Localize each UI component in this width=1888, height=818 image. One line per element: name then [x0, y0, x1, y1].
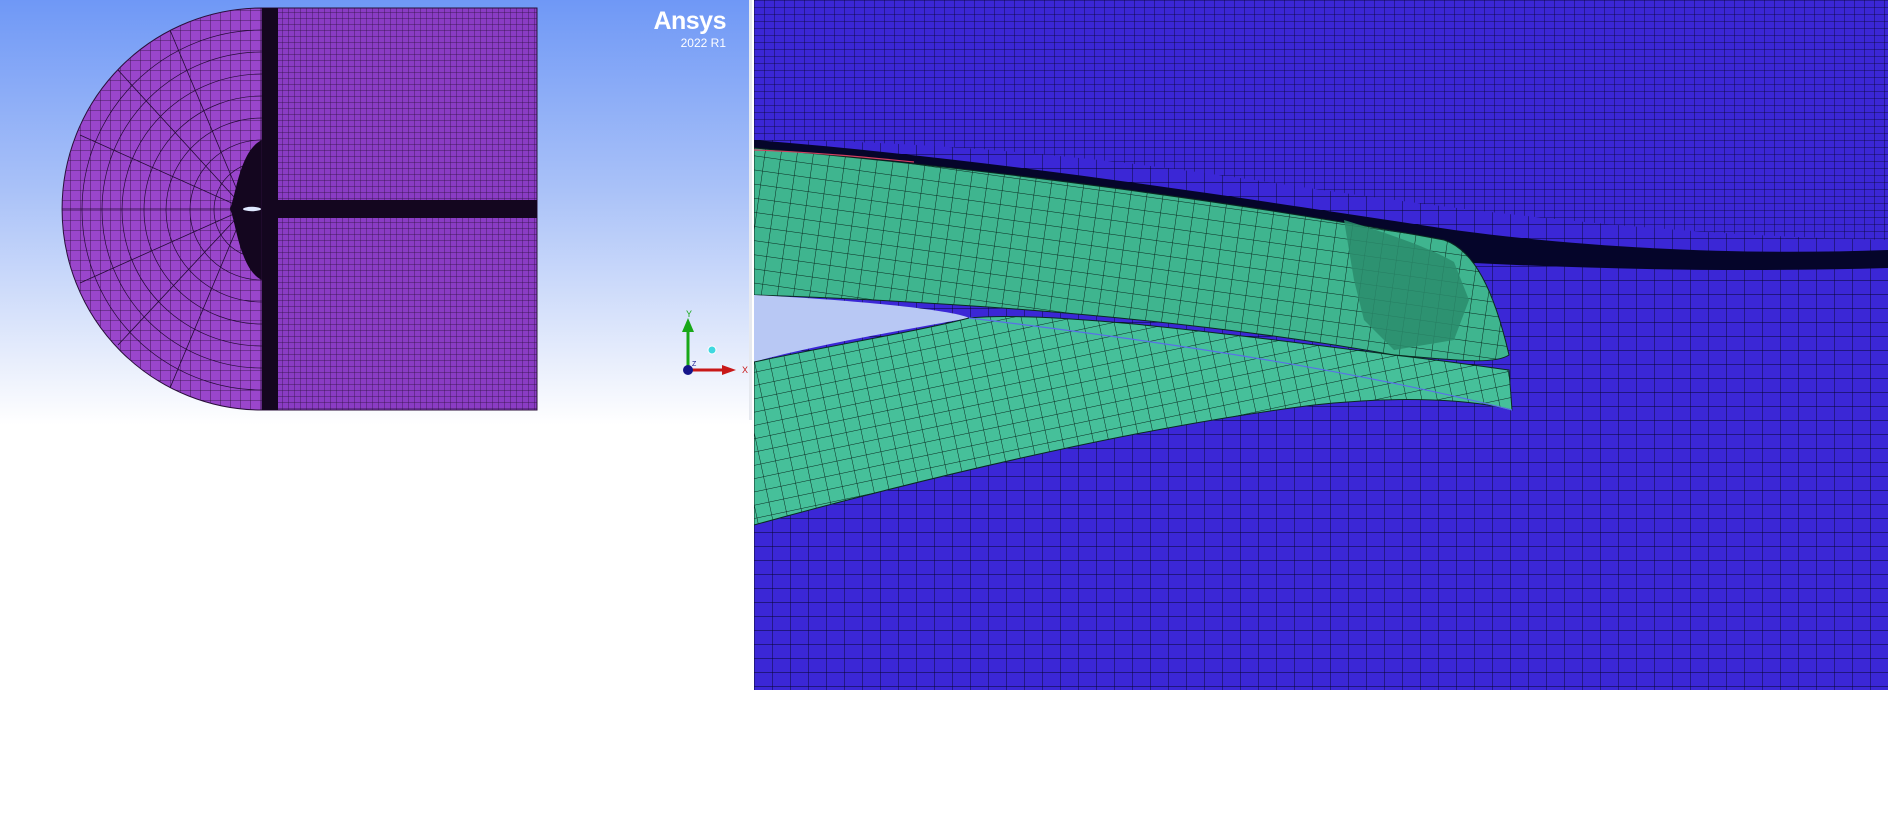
- y-axis-arrowhead: [682, 318, 694, 332]
- z-axis-label: Z: [692, 361, 697, 368]
- graphics-viewport-right[interactable]: [754, 0, 1888, 690]
- axis-triad[interactable]: Y X Z: [672, 310, 750, 385]
- domain-mesh-overview: [61, 7, 538, 411]
- version-label: 2022 R1: [680, 36, 726, 50]
- iso-view-icon: [707, 345, 717, 355]
- y-axis-label: Y: [686, 310, 692, 319]
- graphics-viewport-left[interactable]: Ansys 2022 R1 Y X Z: [0, 0, 750, 425]
- viewport-divider[interactable]: [749, 0, 752, 420]
- ansys-logo: Ansys 2022 R1: [653, 6, 726, 50]
- mesh-detail-view: [754, 0, 1888, 690]
- x-axis-arrowhead: [722, 365, 736, 375]
- brand-name: Ansys: [653, 7, 726, 35]
- x-axis-label: X: [742, 365, 748, 375]
